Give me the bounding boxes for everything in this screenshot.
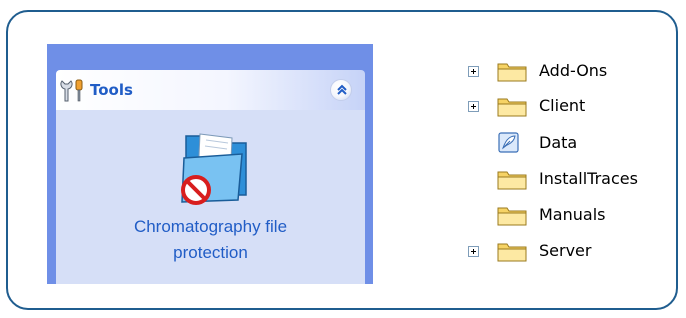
- tools-panel-title: Tools: [90, 81, 133, 99]
- tree-node-client[interactable]: Client: [468, 93, 658, 123]
- collapse-button[interactable]: [330, 79, 352, 101]
- expand-plus-icon[interactable]: [468, 246, 479, 257]
- folder-icon: [497, 60, 527, 82]
- expand-plus-icon[interactable]: [468, 66, 479, 77]
- tree-node-manuals[interactable]: Manuals: [468, 202, 658, 232]
- tree-node-label: Data: [539, 133, 578, 152]
- tree-node-server[interactable]: Server: [468, 238, 658, 268]
- task-label-line1: Chromatography file: [133, 217, 288, 236]
- chromatography-file-protection-task[interactable]: Chromatography file protection: [56, 110, 365, 284]
- folder-icon: [497, 240, 527, 262]
- tree-node-label: Add-Ons: [539, 61, 608, 80]
- tools-task-pane: Tools Chromatography file protection: [47, 44, 373, 284]
- folder-icon: [497, 168, 527, 190]
- data-file-icon: [497, 132, 527, 154]
- tree-node-label: Server: [539, 241, 592, 260]
- chevron-up-double-icon: [337, 84, 347, 95]
- tree-node-add-ons[interactable]: Add-Ons: [468, 58, 658, 88]
- folder-icon: [497, 204, 527, 226]
- tree-node-data[interactable]: Data: [468, 130, 658, 160]
- tree-node-label: Manuals: [539, 205, 606, 224]
- folder-icon: [497, 95, 527, 117]
- task-label-line2: protection: [173, 243, 248, 262]
- task-label: Chromatography file protection: [56, 214, 365, 266]
- tree-node-label: InstallTraces: [539, 169, 638, 188]
- tools-panel-header[interactable]: Tools: [56, 70, 365, 110]
- tree-node-label: Client: [539, 96, 586, 115]
- protected-folder-icon: [176, 128, 256, 210]
- tools-panel-body: Chromatography file protection: [56, 110, 365, 284]
- wrench-screwdriver-icon: [59, 78, 87, 104]
- tree-node-installtraces[interactable]: InstallTraces: [468, 166, 658, 196]
- expand-plus-icon[interactable]: [468, 101, 479, 112]
